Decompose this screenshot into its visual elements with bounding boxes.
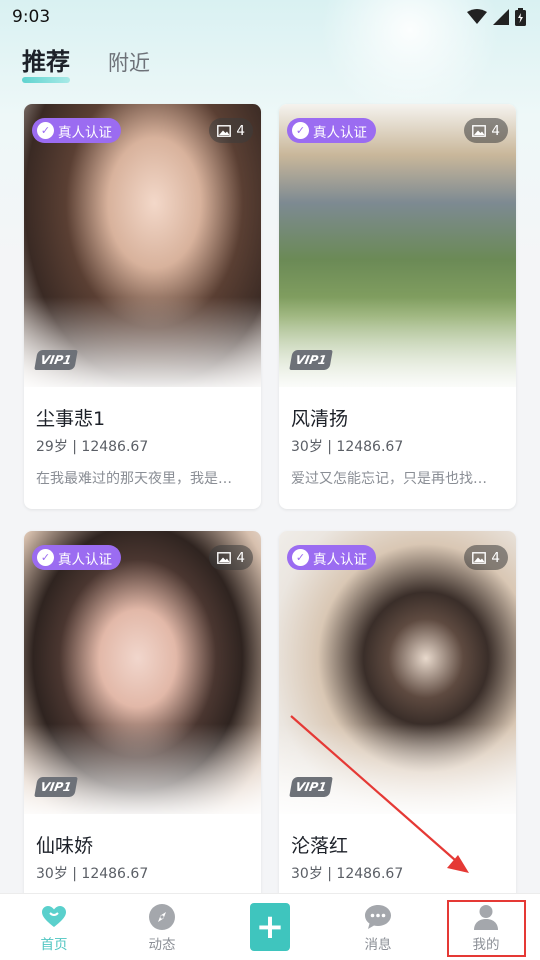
status-icons [467,8,526,26]
profile-photo: ✓ 真人认证 4 VIP1 [279,531,516,814]
verified-check-icon: ✓ [37,122,54,139]
profile-name: 尘事悲1 [36,408,106,430]
status-time: 9:03 [12,7,51,27]
verified-label: 真人认证 [58,551,112,568]
wifi-icon [467,9,487,24]
vip-badge: VIP1 [34,350,78,370]
tab-nearby-label: 附近 [108,51,150,75]
verified-check-icon: ✓ [292,122,309,139]
nav-home[interactable]: 首页 [0,894,108,960]
profile-meta: 30岁 | 12486.67 [291,866,404,882]
nav-moments-label: 动态 [148,937,176,953]
verified-label: 真人认证 [313,551,367,568]
nav-messages-label: 消息 [364,937,392,953]
tab-active-indicator [22,77,70,83]
verified-badge: ✓ 真人认证 [287,545,376,570]
compass-icon [148,902,176,932]
vip-badge: VIP1 [289,777,333,797]
verified-label: 真人认证 [313,124,367,141]
photo-count: 4 [236,549,245,566]
profile-bio: 爱过又怎能忘记，只是再也找… [291,471,487,487]
profile-name: 仙味娇 [36,835,94,857]
profile-meta: 29岁 | 12486.67 [36,439,149,455]
nav-home-label: 首页 [40,937,68,953]
verified-badge: ✓ 真人认证 [32,118,121,143]
verified-check-icon: ✓ [292,549,309,566]
nav-messages[interactable]: 消息 [324,894,432,960]
image-icon [217,124,232,137]
profile-card[interactable]: ✓ 真人认证 4 VIP1 仙味娇 30岁 | 12486.67 [24,531,261,936]
verified-label: 真人认证 [58,124,112,141]
photo-count-badge: 4 [464,545,508,570]
profile-card[interactable]: ✓ 真人认证 4 VIP1 风清扬 30岁 | 12486.67 爱过又怎能忘记… [279,104,516,509]
chat-bubble-icon [364,902,392,932]
tab-nearby[interactable]: 附近 [108,47,150,77]
status-bar: 9:03 [0,0,540,34]
photo-count: 4 [491,122,500,139]
tab-recommend[interactable]: 推荐 [22,42,70,83]
photo-count-badge: 4 [209,118,253,143]
photo-count: 4 [491,549,500,566]
profile-name: 风清扬 [291,408,349,430]
home-heart-icon [41,902,67,932]
profile-card[interactable]: ✓ 真人认证 4 VIP1 尘事悲1 29岁 | 12486.67 在我最难过的… [24,104,261,509]
profile-bio: 在我最难过的那天夜里，我是… [36,471,232,487]
profile-photo: ✓ 真人认证 4 VIP1 [279,104,516,387]
plus-icon: + [250,903,290,951]
profile-meta: 30岁 | 12486.67 [36,866,149,882]
photo-count: 4 [236,122,245,139]
profile-card[interactable]: ✓ 真人认证 4 VIP1 沦落红 30岁 | 12486.67 [279,531,516,936]
tab-recommend-label: 推荐 [22,48,70,76]
vip-badge: VIP1 [289,350,333,370]
annotation-highlight-box [447,900,526,957]
verified-badge: ✓ 真人认证 [32,545,121,570]
top-tabs: 推荐 附近 [22,42,150,83]
profile-photo: ✓ 真人认证 4 VIP1 [24,104,261,387]
nav-add[interactable]: + [216,894,324,960]
battery-icon [515,8,526,26]
verified-check-icon: ✓ [37,549,54,566]
photo-count-badge: 4 [209,545,253,570]
vip-badge: VIP1 [34,777,78,797]
image-icon [472,124,487,137]
image-icon [217,551,232,564]
profile-photo: ✓ 真人认证 4 VIP1 [24,531,261,814]
nav-moments[interactable]: 动态 [108,894,216,960]
image-icon [472,551,487,564]
profile-name: 沦落红 [291,835,349,857]
profile-meta: 30岁 | 12486.67 [291,439,404,455]
photo-count-badge: 4 [464,118,508,143]
signal-icon [493,9,509,25]
verified-badge: ✓ 真人认证 [287,118,376,143]
